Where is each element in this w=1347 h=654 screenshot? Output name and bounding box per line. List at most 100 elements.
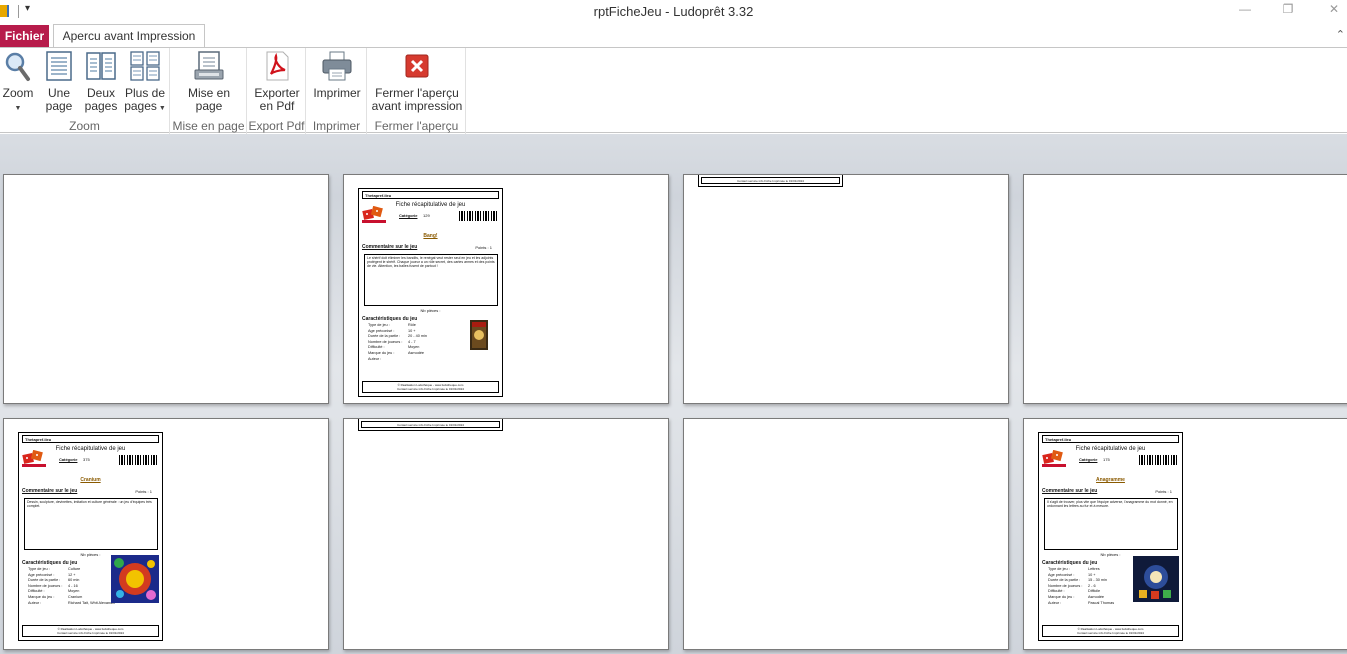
sheet-footer: Contact service info Fiche Imprimée le 0…	[698, 175, 843, 187]
category-label: Catégorie	[399, 213, 418, 218]
preview-page[interactable]	[3, 174, 329, 404]
comment-label: Commentaire sur le jeu	[362, 244, 418, 250]
more-pages-label-2: pages	[124, 99, 157, 113]
features-list: Type de jeu : Lettres Age préconisé :10 +…	[1048, 567, 1115, 605]
page-setup-label-1: Mise en	[187, 86, 231, 100]
restore-button[interactable]: ❐	[1278, 2, 1298, 16]
multiple-pages-icon	[129, 50, 161, 82]
sheet-header: Thetapref.ileu	[1042, 435, 1179, 443]
two-pages-button[interactable]: Deux pages	[82, 50, 120, 113]
export-pdf-group-label: Export Pdf	[248, 119, 305, 133]
print-label: Imprimer	[313, 86, 361, 100]
dice-logo-icon	[1042, 449, 1066, 468]
points-value: Points : 1	[1155, 489, 1172, 494]
printer-icon	[321, 50, 353, 82]
category-number: 175	[1103, 457, 1110, 462]
barcode	[459, 211, 498, 221]
chevron-down-icon: ▼	[156, 105, 166, 112]
sheet-footer: © Réalisation Ludothèque - www.ludothequ…	[22, 625, 159, 637]
comment-text: Il s'agit de trouver, plus vite que l'éq…	[1044, 498, 1178, 550]
close-preview-group-label: Fermer l'aperçu	[374, 119, 459, 133]
game-sheet: Thetapref.ileu Fiche récapitulative de j…	[18, 432, 163, 641]
zoom-group-label: Zoom	[69, 119, 100, 133]
print-button[interactable]: Imprimer	[310, 50, 364, 100]
category-number: 129	[423, 213, 430, 218]
preview-page[interactable]: Thetapref.ileu Fiche récapitulative de j…	[3, 418, 329, 650]
category-label: Catégorie	[1079, 457, 1098, 462]
category-label: Catégorie	[59, 457, 78, 462]
window-title: rptFicheJeu - Ludoprêt 3.32	[593, 4, 754, 19]
sheet-footer: © Réalisation Ludothèque - www.ludothequ…	[362, 381, 499, 393]
preview-page[interactable]: Contact service info Fiche Imprimée le 0…	[343, 418, 669, 650]
comment-text: Dessin, sculpture, devinettes, imitation…	[24, 498, 158, 550]
tab-file[interactable]: Fichier	[0, 25, 49, 47]
dice-logo-icon	[362, 205, 386, 224]
features-list: Type de jeu : Rôle Age préconisé :10 + Du…	[368, 323, 427, 361]
comment-text: Le shérif doit éliminer les bandits, le …	[364, 254, 498, 306]
close-preview-label-2: avant impression	[371, 99, 463, 113]
game-box-image	[468, 319, 490, 351]
print-preview-area[interactable]: Thetapref.ileu Fiche récapitulative de j…	[0, 134, 1347, 654]
ribbon-tabs: Fichier Apercu avant Impression ⌃	[0, 24, 1347, 48]
export-pdf-label-1: Exporter	[254, 86, 300, 100]
barcode	[1139, 455, 1178, 465]
zoom-group: Zoom ▼ Une page Deux pages Plus de pages…	[0, 48, 170, 134]
collapse-ribbon-icon[interactable]: ⌃	[1336, 28, 1345, 41]
sheet-footer: © Réalisation Ludothèque - www.ludothequ…	[1042, 625, 1179, 637]
page-setup-icon	[193, 50, 225, 82]
page-setup-button[interactable]: Mise en page	[175, 50, 243, 113]
one-page-label-2: page	[45, 99, 73, 113]
preview-page[interactable]: Thetapref.ileu Fiche récapitulative de j…	[1023, 418, 1347, 650]
two-pages-label-2: pages	[84, 99, 118, 113]
ribbon: Zoom ▼ Une page Deux pages Plus de pages…	[0, 47, 1347, 134]
two-pages-icon	[85, 50, 117, 82]
comment-label: Commentaire sur le jeu	[22, 488, 78, 494]
preview-page[interactable]: Contact service info Fiche Imprimée le 0…	[683, 174, 1009, 404]
one-page-button[interactable]: Une page	[40, 50, 78, 113]
pieces-label: Nb pièces :	[420, 308, 441, 313]
game-box-image	[111, 555, 159, 603]
close-icon	[401, 50, 433, 82]
sheet-header: Thetapref.ileu	[362, 191, 499, 199]
features-list: Type de jeu : Culture Age préconisé :12 +…	[28, 567, 116, 605]
preview-page[interactable]	[683, 418, 1009, 650]
single-page-icon	[43, 50, 75, 82]
preview-page[interactable]: Thetapref.ileu Fiche récapitulative de j…	[343, 174, 669, 404]
preview-page[interactable]	[1023, 174, 1347, 404]
minimize-button[interactable]: —	[1235, 2, 1255, 16]
game-name: Bang!	[423, 233, 438, 239]
export-pdf-button[interactable]: Exporter en Pdf	[251, 50, 303, 113]
close-button[interactable]: ✕	[1324, 2, 1344, 16]
close-preview-button[interactable]: Fermer l'aperçu avant impression	[370, 50, 464, 113]
print-group: Imprimer Imprimer	[307, 48, 367, 134]
game-sheet: Thetapref.ileu Fiche récapitulative de j…	[358, 188, 503, 397]
category-number: 375	[83, 457, 90, 462]
game-box-image	[1133, 556, 1179, 602]
features-label: Caractéristiques du jeu	[1042, 560, 1098, 566]
features-label: Caractéristiques du jeu	[362, 316, 418, 322]
game-name: Anagramme	[1096, 477, 1125, 483]
sheet-header: Thetapref.ileu	[22, 435, 159, 443]
comment-label: Commentaire sur le jeu	[1042, 488, 1098, 494]
tab-print-preview[interactable]: Apercu avant Impression	[53, 24, 205, 48]
two-pages-label-1: Deux	[86, 86, 115, 100]
page-setup-group: Mise en page Mise en page	[171, 48, 247, 134]
barcode	[119, 455, 158, 465]
title-bar: ▾ rptFicheJeu - Ludoprêt 3.32 — ❐ ✕	[0, 0, 1347, 24]
game-sheet: Thetapref.ileu Fiche récapitulative de j…	[1038, 432, 1183, 641]
magnifier-icon	[2, 50, 34, 82]
zoom-button[interactable]: Zoom ▼	[0, 50, 36, 115]
dice-logo-icon	[22, 449, 46, 468]
zoom-label: Zoom	[2, 86, 34, 100]
sheet-footer: Contact service info Fiche Imprimée le 0…	[358, 419, 503, 431]
pdf-icon	[261, 50, 293, 82]
print-group-label: Imprimer	[312, 119, 361, 133]
more-pages-button[interactable]: Plus de pages ▼	[124, 50, 166, 115]
features-label: Caractéristiques du jeu	[22, 560, 78, 566]
one-page-label-1: Une	[47, 86, 70, 100]
chevron-down-icon: ▼	[14, 105, 22, 112]
page-setup-group-label: Mise en page	[172, 119, 245, 133]
game-name: Cranium	[80, 477, 101, 483]
more-pages-label-1: Plus de	[124, 86, 166, 100]
close-preview-group: Fermer l'aperçu avant impression Fermer …	[368, 48, 466, 134]
